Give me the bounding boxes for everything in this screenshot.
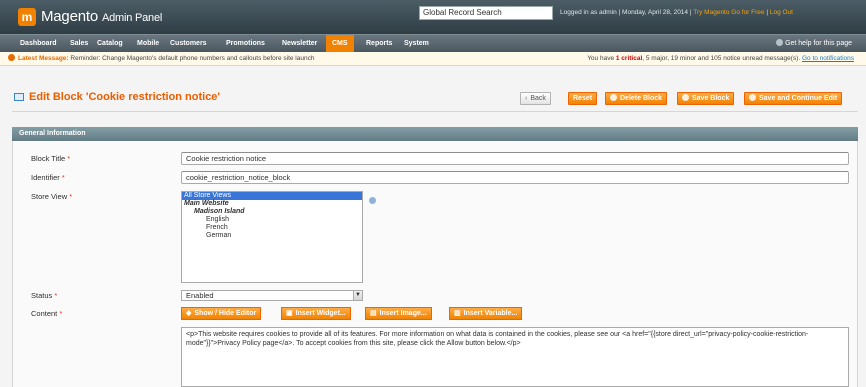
status-label: Status * [31, 291, 57, 300]
user-bar: Logged in as admin | Monday, April 28, 2… [560, 9, 860, 16]
try-magento-go-link[interactable]: Try Magento Go for Free [693, 9, 764, 16]
user-info: Logged in as admin | Monday, April 28, 2… [560, 9, 694, 16]
cms-block-icon [14, 93, 24, 101]
general-information-header: General Information [12, 127, 858, 141]
widget-icon: ▣ [286, 310, 293, 317]
store-option-french[interactable]: French [182, 224, 362, 232]
brand-title: Magento Admin Panel [41, 8, 162, 25]
nav-catalog[interactable]: Catalog [97, 35, 123, 52]
brand-name: Magento [41, 8, 98, 25]
required-mark: * [67, 154, 71, 163]
required-mark: * [59, 309, 63, 318]
block-title-label: Block Title * [31, 154, 70, 163]
save-label: Save Block [692, 95, 730, 102]
brand-subtitle: Admin Panel [101, 12, 163, 24]
content-label-text: Content [31, 309, 58, 318]
block-form: Block Title * Cookie restriction notice … [12, 141, 858, 387]
store-view-label: Store View * [31, 192, 72, 201]
back-button[interactable]: ‹ Back [520, 92, 551, 105]
insert-widget-label: Insert Widget... [295, 310, 346, 317]
nav-mobile[interactable]: Mobile [137, 35, 159, 52]
help-label: Get help for this page [785, 40, 852, 47]
warning-icon [8, 54, 15, 61]
latest-message-text: Reminder: Change Magento's default phone… [68, 55, 315, 62]
content-textarea[interactable]: <p>This website requires cookies to prov… [181, 327, 849, 387]
main-nav: Dashboard Sales Catalog Mobile Customers… [0, 34, 866, 52]
back-label: Back [530, 95, 546, 102]
required-mark: * [61, 173, 65, 182]
help-link[interactable]: Get help for this page [776, 35, 852, 52]
summary-prefix: You have [587, 55, 616, 62]
identifier-label: Identifier * [31, 173, 65, 182]
back-arrow-icon: ‹ [525, 95, 528, 102]
required-mark: * [54, 291, 58, 300]
store-view-multiselect[interactable]: All Store Views Main Website Madison Isl… [181, 191, 363, 283]
content-label: Content * [31, 309, 62, 318]
variable-icon: ▥ [454, 310, 461, 317]
show-hide-editor-button[interactable]: ◆ Show / Hide Editor [181, 307, 262, 320]
nav-sales[interactable]: Sales [70, 35, 88, 52]
nav-dashboard[interactable]: Dashboard [20, 35, 57, 52]
status-value: Enabled [186, 291, 214, 300]
insert-image-button[interactable]: ▤ Insert Image... [365, 307, 432, 320]
goto-notifications-link[interactable]: Go to notifications [802, 55, 854, 62]
nav-promotions[interactable]: Promotions [226, 35, 265, 52]
show-hide-label: Show / Hide Editor [194, 310, 257, 317]
store-option-english[interactable]: English [182, 216, 362, 224]
magento-logo-icon[interactable]: m [18, 8, 36, 26]
global-search-input[interactable]: Global Record Search [419, 6, 553, 20]
messages-summary: You have 1 critical, 5 major, 19 minor a… [587, 52, 854, 65]
latest-message-label: Latest Message: [18, 55, 69, 62]
reset-button[interactable]: Reset [568, 92, 598, 105]
block-title-input[interactable]: Cookie restriction notice [181, 152, 849, 165]
delete-icon [610, 94, 617, 101]
required-mark: * [69, 192, 73, 201]
status-select[interactable]: Enabled ▼ [181, 290, 363, 301]
save-continue-label: Save and Continue Edit [759, 95, 838, 102]
save-icon [682, 94, 689, 101]
save-continue-icon [749, 94, 756, 101]
summary-suffix: , 5 major, 19 minor and 105 notice unrea… [642, 55, 802, 62]
logout-link[interactable]: Log Out [770, 9, 793, 16]
nav-newsletter[interactable]: Newsletter [282, 35, 317, 52]
insert-widget-button[interactable]: ▣ Insert Widget... [281, 307, 351, 320]
editor-toggle-icon: ◆ [186, 310, 192, 317]
delete-block-button[interactable]: Delete Block [605, 92, 668, 105]
nav-system[interactable]: System [404, 35, 429, 52]
critical-count: 1 critical [615, 55, 643, 62]
info-icon[interactable] [369, 197, 376, 204]
nav-reports[interactable]: Reports [366, 35, 392, 52]
store-group-store: Madison Island [194, 208, 245, 215]
latest-message: Latest Message: Reminder: Change Magento… [8, 52, 314, 65]
help-icon [776, 39, 784, 46]
image-icon: ▤ [370, 310, 377, 317]
page-title: Edit Block 'Cookie restriction notice' [29, 91, 221, 103]
admin-header: m Magento Admin Panel Global Record Sear… [0, 0, 866, 34]
store-group-website: Main Website [184, 200, 229, 207]
store-option-german[interactable]: German [182, 232, 362, 240]
system-message-bar: Latest Message: Reminder: Change Magento… [0, 52, 866, 66]
identifier-label-text: Identifier [31, 173, 60, 182]
store-option-all[interactable]: All Store Views [182, 192, 362, 200]
store-view-label-text: Store View [31, 192, 68, 201]
insert-variable-button[interactable]: ▥ Insert Variable... [449, 307, 523, 320]
nav-cms[interactable]: CMS [326, 35, 354, 52]
identifier-input[interactable]: cookie_restriction_notice_block [181, 171, 849, 184]
status-label-text: Status [31, 291, 53, 300]
insert-image-label: Insert Image... [379, 310, 427, 317]
insert-variable-label: Insert Variable... [463, 310, 518, 317]
chevron-down-icon: ▼ [353, 291, 362, 300]
nav-customers[interactable]: Customers [170, 35, 207, 52]
page-title-bar: Edit Block 'Cookie restriction notice' ‹… [12, 86, 858, 112]
save-continue-button[interactable]: Save and Continue Edit [744, 92, 843, 105]
save-block-button[interactable]: Save Block [677, 92, 735, 105]
block-title-label-text: Block Title [31, 154, 66, 163]
delete-label: Delete Block [620, 95, 663, 102]
